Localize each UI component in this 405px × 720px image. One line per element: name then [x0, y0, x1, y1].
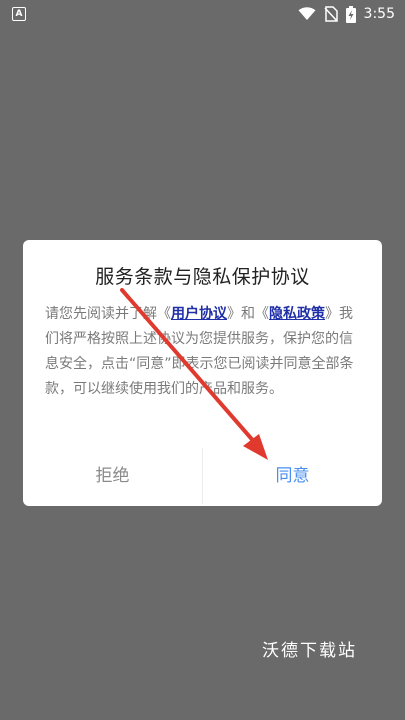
battery-charging-icon — [345, 5, 356, 23]
body-text-1: 请您先阅读并了解《 — [45, 306, 171, 322]
clock: 3:55 — [363, 6, 395, 22]
dialog-body: 请您先阅读并了解《用户协议》和《隐私政策》我们将严格按照上述协议为您提供服务，保… — [45, 302, 365, 402]
agree-button[interactable]: 同意 — [203, 446, 382, 506]
user-agreement-link[interactable]: 用户协议 — [171, 306, 227, 322]
status-bar: A 3:55 — [0, 0, 405, 28]
status-icons: 3:55 — [298, 4, 395, 24]
app-badge-letter: A — [15, 9, 23, 19]
body-text-2: 》和《 — [227, 306, 269, 322]
app-notification-icon: A — [12, 7, 26, 21]
dialog-title: 服务条款与隐私保护协议 — [95, 266, 310, 288]
decline-button[interactable]: 拒绝 — [23, 446, 202, 506]
no-sim-icon — [323, 6, 338, 22]
dialog-button-bar: 拒绝 同意 — [23, 446, 382, 506]
watermark: 沃德下载站 — [262, 641, 357, 661]
privacy-agreement-dialog: 服务条款与隐私保护协议 请您先阅读并了解《用户协议》和《隐私政策》我们将严格按照… — [23, 240, 382, 506]
privacy-policy-link[interactable]: 隐私政策 — [269, 306, 325, 322]
wifi-icon — [298, 7, 316, 20]
